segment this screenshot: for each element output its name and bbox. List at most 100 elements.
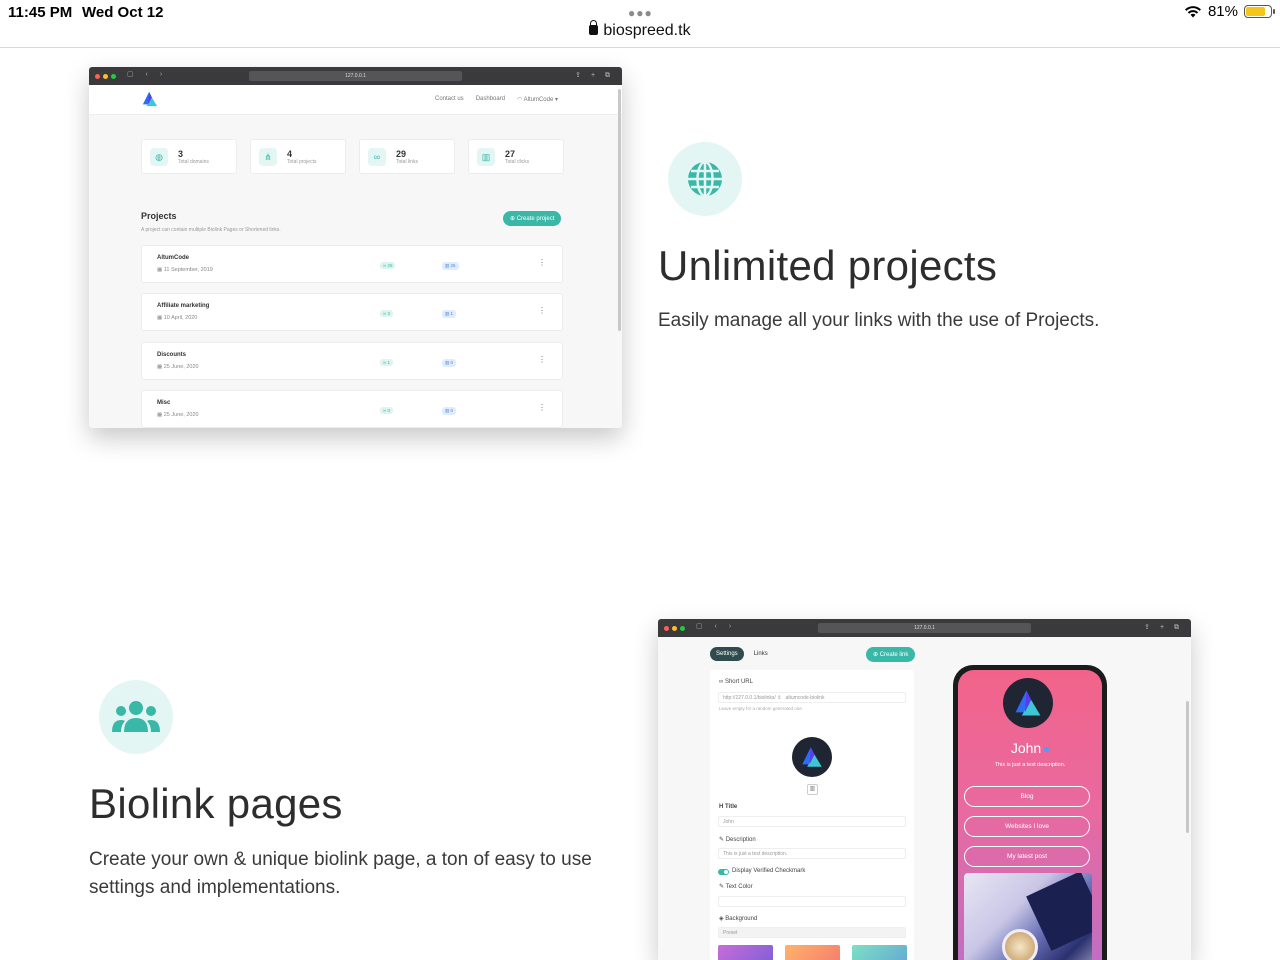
stat-card: ⋔ 4 Total projects bbox=[250, 139, 346, 174]
profile-description: This is just a test description. bbox=[994, 762, 1066, 768]
project-row: Discounts ▦ 25 June, 2020 ∞ 1 ▥ 0 ⋮ bbox=[141, 342, 563, 380]
globe-icon: ◍ bbox=[150, 147, 168, 166]
chart-icon: ▥ bbox=[477, 147, 495, 166]
background-swatch bbox=[852, 945, 907, 960]
close-dot bbox=[95, 73, 100, 79]
projects-heading: Projects bbox=[141, 211, 177, 221]
short-url-help: Leave empty for a random generated one. bbox=[719, 706, 804, 711]
short-url-input: http://127.0.0.1/biolinks/ ⇕ altumcode-b… bbox=[718, 692, 906, 703]
address-url: biospreed.tk bbox=[603, 22, 691, 39]
verified-toggle bbox=[718, 869, 729, 875]
avatar bbox=[792, 737, 832, 777]
project-row: Affiliate marketing ▦ 10 April, 2020 ∞ 3… bbox=[141, 293, 563, 331]
kebab-icon: ⋮ bbox=[538, 258, 546, 267]
background-swatch bbox=[718, 945, 773, 960]
embedded-image bbox=[964, 873, 1092, 960]
biolink-screenshot: ▢ ‹ › 127.0.0.1 ⇪ + ⧉ Settings Links ⊕ C… bbox=[658, 619, 1191, 960]
battery-icon bbox=[1244, 5, 1275, 18]
more-dots-icon[interactable]: ●●● bbox=[628, 6, 653, 20]
nav-arrows-icon: ▢ ‹ › bbox=[696, 623, 737, 630]
clicks-badge: ▥ 1 bbox=[442, 310, 457, 318]
browser-toolbar: ▢ ‹ › 127.0.0.1 ⇪ + ⧉ bbox=[89, 67, 622, 85]
create-project-button: ⊕ Create project bbox=[503, 211, 562, 226]
description-label: ✎ Description bbox=[719, 837, 756, 843]
biolink-button: Blog bbox=[964, 786, 1090, 807]
links-badge: ∞ 25 bbox=[380, 262, 396, 269]
feature-description: Easily manage all your links with the us… bbox=[658, 310, 1100, 331]
clicks-badge: ▥ 26 bbox=[442, 262, 459, 270]
status-right: 81% bbox=[1184, 3, 1275, 20]
projects-subtitle: A project can contain multiple Biolink P… bbox=[141, 227, 281, 233]
links-badge: ∞ 1 bbox=[380, 359, 393, 366]
browser-address: 127.0.0.1 bbox=[818, 623, 1031, 633]
scrollbar bbox=[1186, 701, 1189, 833]
logo-icon bbox=[142, 91, 158, 107]
description-input: This is just a test description. bbox=[718, 848, 906, 859]
tab-settings: Settings bbox=[710, 647, 744, 661]
stat-card: ∞ 29 Total links bbox=[359, 139, 455, 174]
browser-actions-icon: ⇪ + ⧉ bbox=[1144, 624, 1183, 631]
phone-screen: John This is just a test description. Bl… bbox=[958, 670, 1102, 960]
address-bar[interactable]: biospreed.tk bbox=[0, 20, 1280, 40]
project-icon: ⋔ bbox=[259, 147, 277, 166]
nav-contact: Contact us bbox=[435, 96, 464, 102]
links-badge: ∞ 0 bbox=[380, 407, 393, 414]
kebab-icon: ⋮ bbox=[538, 403, 546, 412]
background-label: ◈ Background bbox=[719, 916, 758, 922]
users-icon bbox=[99, 680, 173, 754]
create-link-button: ⊕ Create link bbox=[866, 647, 916, 662]
text-color-input bbox=[718, 896, 906, 907]
minimize-dot bbox=[672, 625, 677, 631]
nav-links: Contact us Dashboard ◠ AltumCode ▾ bbox=[435, 96, 558, 103]
profile-name: John bbox=[958, 740, 1102, 756]
scrollbar bbox=[618, 89, 621, 331]
ipad-status-bar: 11:45 PM Wed Oct 12 ●●● biospreed.tk 81% bbox=[0, 0, 1280, 48]
projects-screenshot: ▢ ‹ › 127.0.0.1 ⇪ + ⧉ Contact us Dashboa… bbox=[89, 67, 622, 428]
clicks-badge: ▥ 0 bbox=[442, 359, 457, 367]
project-row: Misc ▦ 25 June, 2020 ∞ 0 ▥ 0 ⋮ bbox=[141, 390, 563, 428]
verified-icon bbox=[1044, 746, 1050, 752]
links-badge: ∞ 3 bbox=[380, 310, 393, 317]
minimize-dot bbox=[103, 73, 108, 79]
project-row: AltumCode ▦ 11 September, 2019 ∞ 25 ▥ 26… bbox=[141, 245, 563, 283]
close-dot bbox=[664, 625, 669, 631]
app-navbar: Contact us Dashboard ◠ AltumCode ▾ bbox=[89, 85, 622, 115]
feature-title: Biolink pages bbox=[89, 780, 343, 827]
kebab-icon: ⋮ bbox=[538, 355, 546, 364]
globe-icon bbox=[668, 142, 742, 216]
kebab-icon: ⋮ bbox=[538, 306, 546, 315]
wifi-icon bbox=[1184, 6, 1201, 18]
nav-user: ◠ AltumCode ▾ bbox=[517, 97, 558, 103]
trash-icon: ▥ bbox=[807, 784, 818, 795]
feature-title: Unlimited projects bbox=[658, 242, 998, 289]
battery-percent: 81% bbox=[1207, 3, 1238, 20]
verified-label: Display Verified Checkmark bbox=[732, 868, 806, 874]
status-date: Wed Oct 12 bbox=[82, 4, 164, 21]
maximize-dot bbox=[111, 73, 116, 79]
browser-address: 127.0.0.1 bbox=[249, 71, 462, 81]
title-input: John bbox=[718, 816, 906, 827]
stat-card: ▥ 27 Total clicks bbox=[468, 139, 564, 174]
short-url-label: ∞ Short URL bbox=[719, 679, 753, 685]
title-label: H Title bbox=[719, 804, 738, 810]
tab-links: Links bbox=[753, 651, 768, 657]
battery-level bbox=[1246, 7, 1266, 16]
phone-preview: John This is just a test description. Bl… bbox=[953, 665, 1107, 960]
nav-dashboard: Dashboard bbox=[475, 96, 506, 102]
feature-description: Create your own & unique biolink page, a… bbox=[89, 849, 592, 898]
biolink-button: My latest post bbox=[964, 846, 1090, 867]
settings-form: ∞ Short URL http://127.0.0.1/biolinks/ ⇕… bbox=[710, 670, 914, 960]
stat-card: ◍ 3 Total domains bbox=[141, 139, 237, 174]
editor-body: Settings Links ⊕ Create link ∞ Short URL… bbox=[658, 637, 1191, 960]
editor-tabs: Settings Links bbox=[710, 647, 774, 661]
status-time: 11:45 PM bbox=[8, 4, 73, 21]
browser-actions-icon: ⇪ + ⧉ bbox=[575, 72, 614, 79]
avatar bbox=[1003, 678, 1053, 728]
maximize-dot bbox=[680, 625, 685, 631]
biolink-button: Websites I love bbox=[964, 816, 1090, 837]
lock-icon bbox=[589, 20, 599, 35]
background-select: Preset bbox=[718, 927, 906, 938]
link-icon: ∞ bbox=[368, 147, 386, 166]
background-swatch bbox=[785, 945, 840, 960]
nav-arrows-icon: ▢ ‹ › bbox=[127, 71, 168, 78]
